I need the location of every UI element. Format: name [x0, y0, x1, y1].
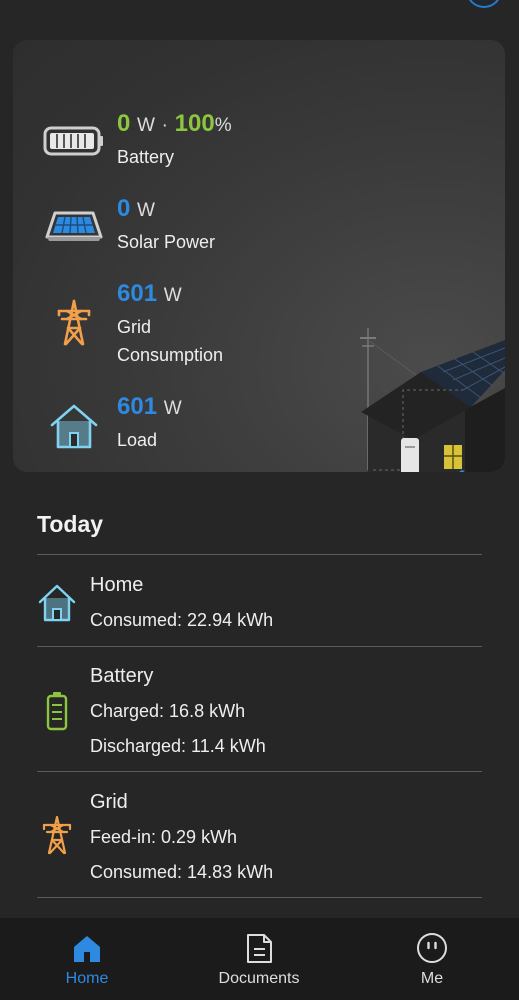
- home-consumed: Consumed: 22.94 kWh: [90, 610, 274, 630]
- house-illustration: [343, 280, 505, 472]
- nav-home-label: Home: [65, 970, 109, 987]
- solar-power-unit: W: [137, 200, 155, 221]
- battery-soc-unit: %: [214, 115, 232, 136]
- battery-label: Battery: [117, 147, 175, 167]
- solar-metric[interactable]: 0 W Solar Power: [13, 195, 313, 275]
- grid-consumed: Consumed: 14.83 kWh: [90, 862, 274, 882]
- profile-avatar[interactable]: [466, 0, 502, 8]
- grid-feed-in: Feed-in: 0.29 kWh: [90, 827, 238, 847]
- today-title: Today: [37, 511, 104, 537]
- load-power-value: 601: [117, 393, 158, 420]
- battery-icon: [43, 116, 105, 166]
- bottom-navigation: Home Documents Me: [0, 918, 519, 1000]
- solar-panel-icon: [43, 201, 105, 251]
- nav-documents[interactable]: Documents: [199, 918, 319, 1000]
- load-power-unit: W: [163, 398, 182, 419]
- divider: [37, 771, 482, 772]
- nav-me-label: Me: [420, 970, 444, 987]
- divider: [37, 646, 482, 647]
- battery-vertical-icon: [37, 691, 77, 731]
- today-home-row[interactable]: Home Consumed: 22.94 kWh: [37, 572, 482, 646]
- nav-documents-label: Documents: [218, 970, 300, 987]
- home-icon: [43, 401, 105, 451]
- load-label: Load: [117, 430, 158, 450]
- grid-label-line1: Grid: [117, 317, 152, 337]
- battery-metric[interactable]: 0 W · 100% Battery: [13, 110, 313, 190]
- home-icon: [37, 582, 77, 622]
- grid-name: Grid: [90, 791, 128, 813]
- load-metric[interactable]: 601 W Load: [13, 393, 313, 472]
- home-name: Home: [90, 574, 144, 596]
- battery-power-value: 0: [117, 110, 131, 137]
- grid-power-value: 601: [117, 280, 158, 307]
- grid-label-line2: Consumption: [117, 345, 224, 365]
- energy-status-card: 0 W · 100% Battery 0 W Solar Power 601 W…: [13, 40, 505, 472]
- document-icon: [243, 932, 275, 964]
- battery-charged: Charged: 16.8 kWh: [90, 701, 246, 721]
- nav-home[interactable]: Home: [27, 918, 147, 1000]
- solar-power-value: 0: [117, 195, 131, 222]
- solar-label: Solar Power: [117, 232, 216, 252]
- battery-name: Battery: [90, 665, 154, 687]
- home-icon: [71, 932, 103, 964]
- battery-discharged: Discharged: 11.4 kWh: [90, 736, 266, 756]
- grid-power-unit: W: [163, 285, 182, 306]
- transmission-tower-icon: [37, 815, 77, 855]
- nav-me[interactable]: Me: [372, 918, 492, 1000]
- divider: [37, 554, 482, 555]
- face-icon: [416, 932, 448, 964]
- transmission-tower-icon: [43, 298, 105, 348]
- divider: [37, 897, 482, 898]
- separator: ·: [161, 115, 168, 136]
- battery-soc-value: 100: [174, 110, 215, 137]
- today-battery-row[interactable]: Battery Charged: 16.8 kWh Discharged: 11…: [37, 663, 482, 771]
- battery-power-unit: W: [137, 115, 155, 136]
- grid-metric[interactable]: 601 W Grid Consumption: [13, 280, 313, 380]
- today-grid-row[interactable]: Grid Feed-in: 0.29 kWh Consumed: 14.83 k…: [37, 789, 482, 897]
